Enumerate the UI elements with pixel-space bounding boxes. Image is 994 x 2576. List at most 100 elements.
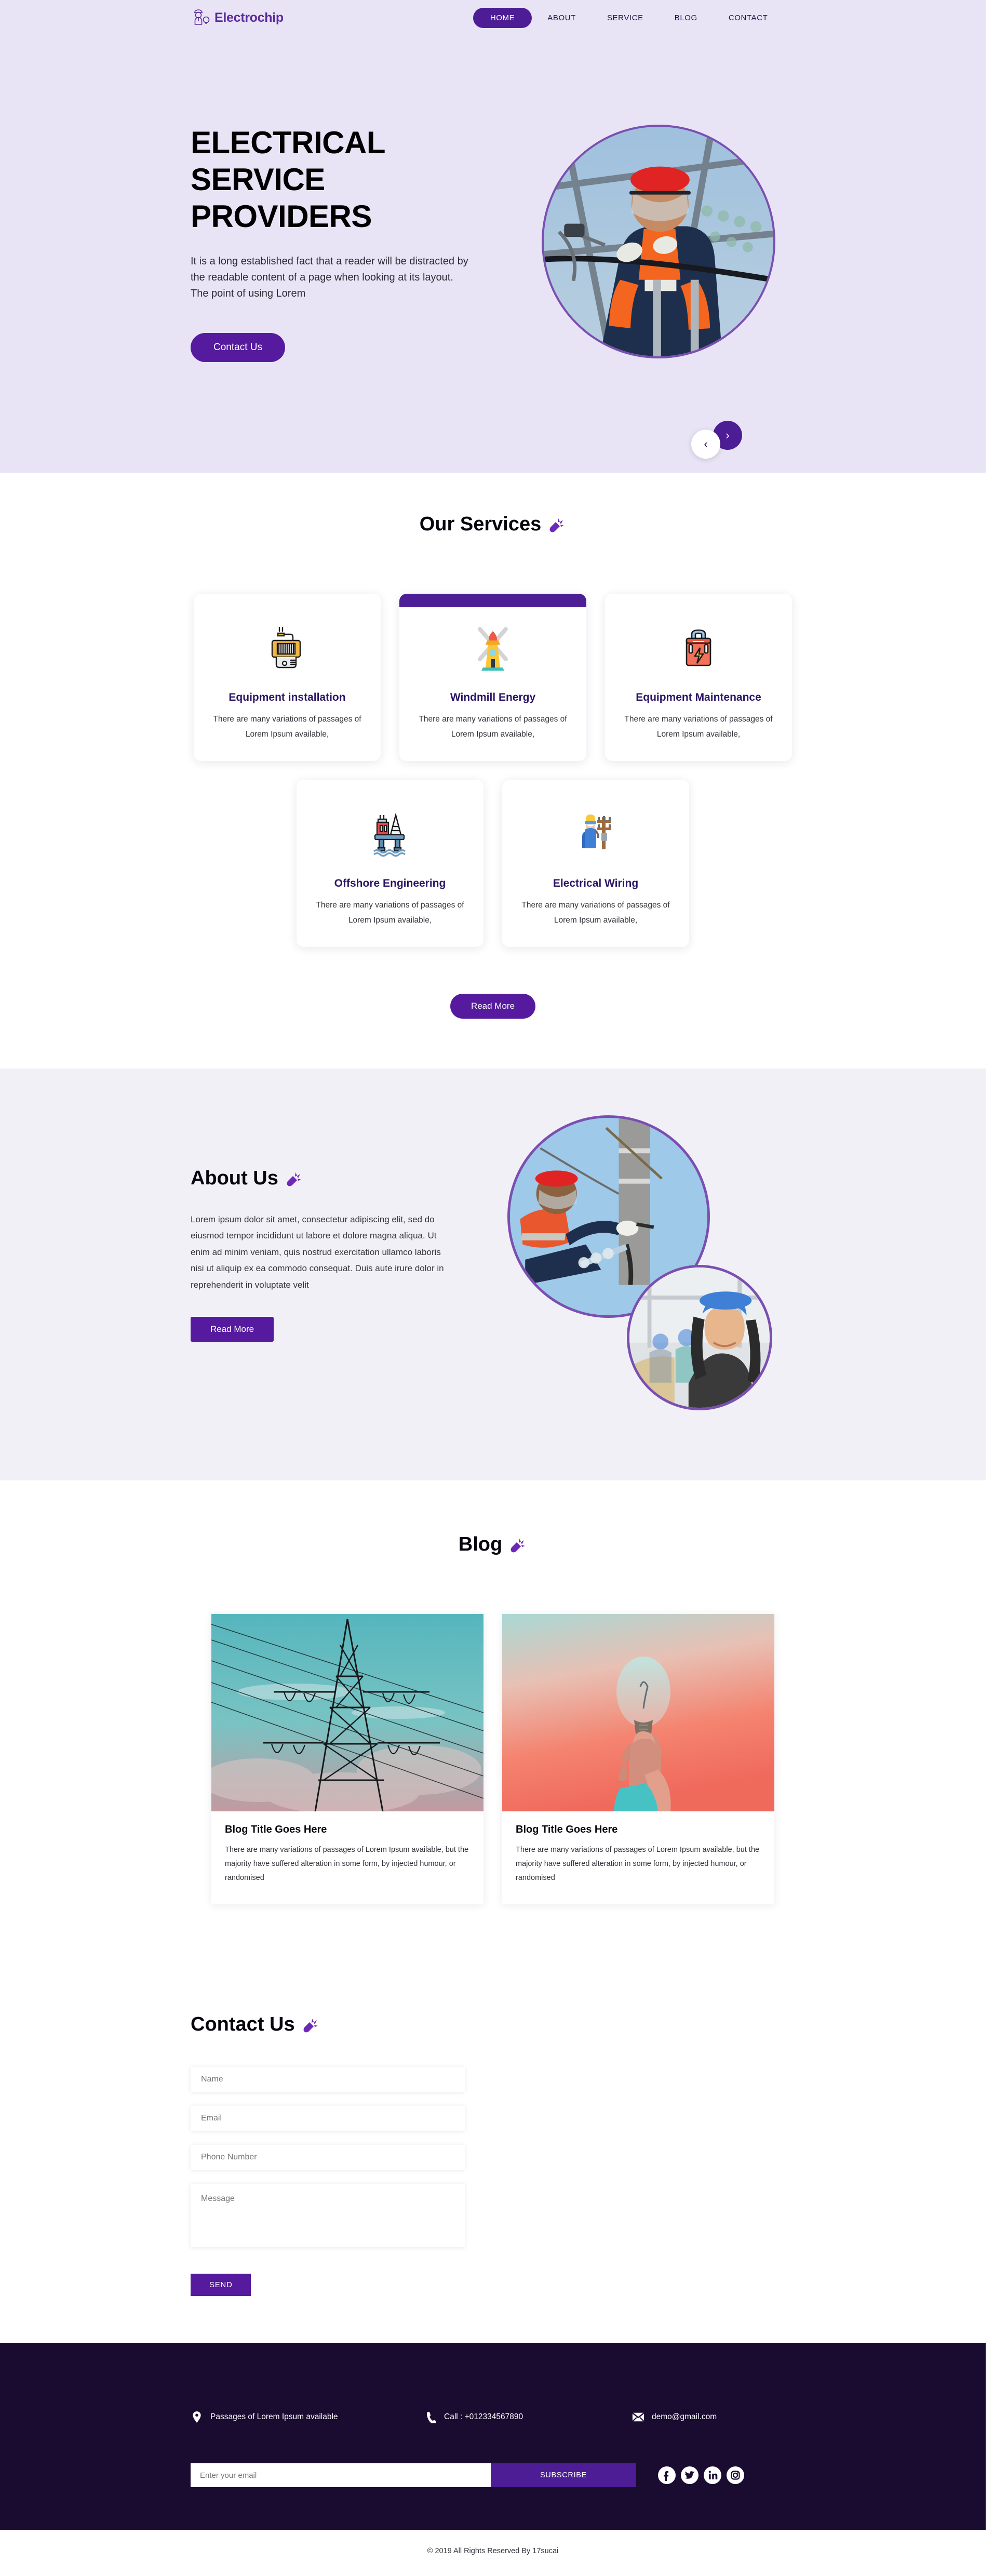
blog-image: [502, 1614, 774, 1811]
service-text: There are many variations of passages of…: [316, 901, 464, 925]
blog-text: There are many variations of passages of…: [225, 1846, 469, 1882]
footer: Passages of Lorem Ipsum available Call :…: [0, 2343, 986, 2530]
oil-rig-icon: [310, 808, 470, 858]
instagram-icon[interactable]: [727, 2466, 744, 2485]
service-title: Equipment Maintenance: [636, 691, 761, 703]
about-inner: About Us Lorem ipsum dolor sit amet, con…: [0, 1069, 986, 1410]
blog-heading: Blog: [458, 1533, 503, 1555]
blog-title: Blog Title Goes Here: [516, 1824, 618, 1835]
service-card[interactable]: Equipment Maintenance There are many var…: [605, 594, 792, 761]
plug-icon: [302, 2016, 320, 2034]
copyright-bar: © 2019 All Rights Reserved By 17sucai: [0, 2530, 986, 2576]
nav-item-home[interactable]: HOME: [473, 7, 532, 28]
transformer-icon: [207, 622, 367, 672]
send-button[interactable]: SEND: [191, 2274, 251, 2297]
name-input[interactable]: [191, 2067, 465, 2092]
carousel-prev-button[interactable]: ‹: [691, 430, 720, 459]
blog-body: Blog Title Goes Here There are many vari…: [211, 1811, 483, 1904]
about-text-block: About Us Lorem ipsum dolor sit amet, con…: [191, 1167, 471, 1342]
linkedin-icon[interactable]: [704, 2466, 721, 2485]
twitter-icon[interactable]: [681, 2466, 699, 2485]
facebook-icon[interactable]: [658, 2466, 676, 2485]
service-title: Windmill Energy: [450, 691, 536, 703]
service-title: Equipment installation: [229, 691, 346, 703]
footer-contact-row: Passages of Lorem Ipsum available Call :…: [0, 2410, 986, 2424]
footer-email: demo@gmail.com: [632, 2410, 717, 2424]
service-title: Offshore Engineering: [334, 877, 446, 889]
about-heading-wrap: About Us: [191, 1167, 471, 1190]
electrician-pole-icon: [516, 808, 676, 858]
contact-form: SEND: [191, 2067, 465, 2297]
contact-us-button[interactable]: Contact Us: [191, 333, 285, 363]
email-input[interactable]: [191, 2106, 465, 2131]
social-links: [658, 2466, 744, 2485]
plug-icon: [509, 1536, 527, 1554]
page-root: Electrochip HOME ABOUT SERVICE BLOG CONT…: [0, 0, 986, 2576]
contact-inner: Contact Us SEND: [0, 2013, 986, 2297]
subscribe-button[interactable]: SUBSCRIBE: [491, 2463, 636, 2488]
hero-description: It is a long established fact that a rea…: [191, 256, 468, 300]
blog-cards: Blog Title Goes Here There are many vari…: [0, 1614, 986, 1905]
phone-icon: [424, 2410, 437, 2424]
copyright-text: © 2019 All Rights Reserved By 17sucai: [427, 2547, 559, 2556]
services-cta-wrap: Read More: [0, 994, 986, 1019]
footer-address-text: Passages of Lorem Ipsum available: [210, 2412, 338, 2422]
brand-logo[interactable]: Electrochip: [191, 7, 284, 29]
windmill-icon: [413, 622, 573, 672]
about-read-more-button[interactable]: Read More: [191, 1317, 274, 1342]
service-card[interactable]: Equipment installation There are many va…: [194, 594, 381, 761]
hero-section: Electrochip HOME ABOUT SERVICE BLOG CONT…: [0, 0, 986, 473]
service-card[interactable]: Electrical Wiring There are many variati…: [502, 780, 689, 947]
footer-phone-text: Call : +012334567890: [444, 2412, 523, 2422]
services-row-1: Equipment installation There are many va…: [0, 594, 986, 761]
nav-links: HOME ABOUT SERVICE BLOG CONTACT: [473, 7, 784, 28]
contact-heading: Contact Us: [191, 2013, 295, 2036]
hero-image-area: › ‹: [542, 125, 781, 459]
about-text: Lorem ipsum dolor sit amet, consectetur …: [191, 1214, 444, 1290]
phone-input[interactable]: [191, 2145, 465, 2170]
envelope-icon: [632, 2410, 644, 2424]
hero-text-block: ELECTRICAL SERVICE PROVIDERS It is a lon…: [191, 125, 487, 363]
plug-icon: [548, 516, 566, 533]
nav-item-contact[interactable]: CONTACT: [713, 14, 784, 22]
hero-title: ELECTRICAL SERVICE PROVIDERS: [191, 125, 385, 234]
about-section: About Us Lorem ipsum dolor sit amet, con…: [0, 1069, 986, 1480]
services-heading-wrap: Our Services: [0, 513, 986, 536]
message-input[interactable]: [191, 2184, 465, 2248]
nav-item-about[interactable]: ABOUT: [532, 14, 592, 22]
plug-icon: [286, 1170, 303, 1187]
blog-card[interactable]: Blog Title Goes Here There are many vari…: [502, 1614, 774, 1905]
electrician-logo-icon: [191, 7, 211, 29]
blog-image: [211, 1614, 483, 1811]
toolbox-icon: [619, 622, 778, 672]
service-text: There are many variations of passages of…: [419, 715, 567, 739]
footer-address: Passages of Lorem Ipsum available: [191, 2410, 424, 2424]
footer-email-text: demo@gmail.com: [652, 2412, 717, 2422]
blog-text: There are many variations of passages of…: [516, 1846, 760, 1882]
service-text: There are many variations of passages of…: [213, 715, 361, 739]
hero-body: ELECTRICAL SERVICE PROVIDERS It is a lon…: [0, 35, 986, 459]
service-text: There are many variations of passages of…: [521, 901, 670, 925]
about-image-small: [627, 1265, 772, 1410]
hero-image: [542, 125, 775, 358]
blog-heading-wrap: Blog: [0, 1533, 986, 1556]
services-read-more-button[interactable]: Read More: [450, 994, 536, 1019]
footer-phone: Call : +012334567890: [424, 2410, 632, 2424]
blog-body: Blog Title Goes Here There are many vari…: [502, 1811, 774, 1904]
contact-section: Contact Us SEND: [0, 1936, 986, 2343]
nav-item-service[interactable]: SERVICE: [592, 14, 659, 22]
service-text: There are many variations of passages of…: [624, 715, 773, 739]
newsletter-email-input[interactable]: [191, 2463, 491, 2488]
service-card[interactable]: Windmill Energy There are many variation…: [399, 594, 586, 761]
nav-item-blog[interactable]: BLOG: [659, 14, 713, 22]
brand-name: Electrochip: [214, 10, 284, 25]
blog-card[interactable]: Blog Title Goes Here There are many vari…: [211, 1614, 483, 1905]
service-card[interactable]: Offshore Engineering There are many vari…: [297, 780, 483, 947]
contact-heading-wrap: Contact Us: [191, 2013, 986, 2036]
about-heading: About Us: [191, 1167, 278, 1189]
services-heading: Our Services: [419, 513, 542, 535]
service-title: Electrical Wiring: [553, 877, 639, 889]
location-pin-icon: [191, 2410, 203, 2424]
newsletter-row: SUBSCRIBE: [0, 2463, 986, 2488]
main-navigation: Electrochip HOME ABOUT SERVICE BLOG CONT…: [0, 0, 986, 35]
